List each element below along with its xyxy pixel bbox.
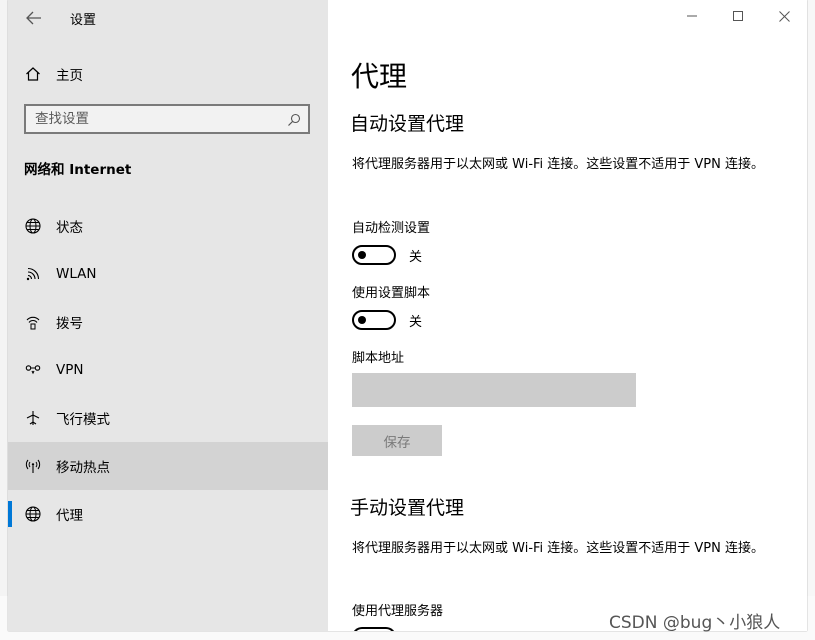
auto-detect-label: 自动检测设置	[352, 221, 431, 236]
section-title: 网络和 Internet	[24, 162, 132, 178]
sidebar-item-status[interactable]: 状态	[8, 202, 328, 250]
auto-proxy-heading: 自动设置代理	[350, 113, 465, 135]
auto-proxy-description: 将代理服务器用于以太网或 Wi-Fi 连接。这些设置不适用于 VPN 连接。	[352, 157, 765, 172]
sidebar-item-label: 主页	[56, 68, 83, 84]
use-script-toggle[interactable]	[352, 310, 396, 330]
back-button[interactable]	[18, 4, 50, 32]
settings-window: 设置 主页 网络和 Internet 状态 WLAN	[8, 0, 807, 631]
sidebar-item-vpn[interactable]: VPN	[8, 346, 328, 394]
auto-detect-toggle[interactable]	[352, 245, 396, 265]
sidebar-item-wlan[interactable]: WLAN	[8, 250, 328, 298]
use-script-label: 使用设置脚本	[352, 286, 431, 301]
sidebar: 设置 主页 网络和 Internet 状态 WLAN	[8, 0, 328, 631]
globe-icon	[24, 217, 42, 235]
globe-icon	[24, 505, 42, 523]
sidebar-item-label: 飞行模式	[56, 412, 110, 428]
save-button[interactable]: 保存	[352, 425, 442, 456]
sidebar-item-label: 代理	[56, 508, 83, 524]
page-title: 代理	[351, 60, 408, 93]
sidebar-item-dialup[interactable]: 拨号	[8, 298, 328, 346]
sidebar-item-label: 状态	[56, 220, 83, 236]
toggle-knob	[358, 316, 366, 324]
close-icon	[778, 10, 790, 22]
search-input[interactable]	[35, 111, 275, 127]
sidebar-item-airplane-mode[interactable]: 飞行模式	[8, 394, 328, 442]
sidebar-item-label: 移动热点	[56, 460, 110, 476]
toggle-state-text: 关	[409, 314, 423, 330]
maximize-button[interactable]	[715, 0, 761, 32]
sidebar-item-label: WLAN	[56, 266, 97, 282]
dialup-icon	[24, 313, 42, 331]
watermark: CSDN @bug丶小狼人	[609, 613, 781, 633]
home-icon	[24, 65, 42, 83]
sidebar-item-label: 拨号	[56, 316, 83, 332]
toggle-knob	[358, 251, 366, 259]
sidebar-item-mobile-hotspot[interactable]: 移动热点	[8, 442, 328, 490]
use-proxy-toggle[interactable]	[352, 627, 396, 631]
maximize-icon	[733, 11, 743, 21]
vpn-icon	[24, 361, 42, 379]
background-page-right	[807, 0, 815, 640]
wifi-icon	[24, 265, 42, 283]
manual-proxy-heading: 手动设置代理	[350, 497, 465, 519]
sidebar-item-label: VPN	[56, 362, 84, 378]
minimize-icon	[687, 15, 697, 17]
arrow-left-icon	[26, 11, 41, 25]
minimize-button[interactable]	[669, 0, 715, 32]
script-address-label: 脚本地址	[352, 351, 405, 366]
script-address-input[interactable]	[352, 373, 636, 407]
use-script-row: 关	[352, 310, 422, 330]
airplane-icon	[24, 409, 42, 427]
close-button[interactable]	[761, 0, 807, 32]
toggle-state-text: 关	[409, 249, 423, 265]
sidebar-item-home[interactable]: 主页	[8, 56, 328, 92]
search-icon[interactable]	[287, 112, 301, 131]
window-title: 设置	[70, 13, 97, 28]
auto-detect-row: 关	[352, 245, 422, 265]
use-proxy-label: 使用代理服务器	[352, 604, 444, 619]
sidebar-item-proxy[interactable]: 代理	[8, 490, 328, 538]
hotspot-icon	[24, 457, 42, 475]
manual-proxy-description: 将代理服务器用于以太网或 Wi-Fi 连接。这些设置不适用于 VPN 连接。	[352, 541, 765, 556]
search-box[interactable]	[24, 104, 310, 134]
